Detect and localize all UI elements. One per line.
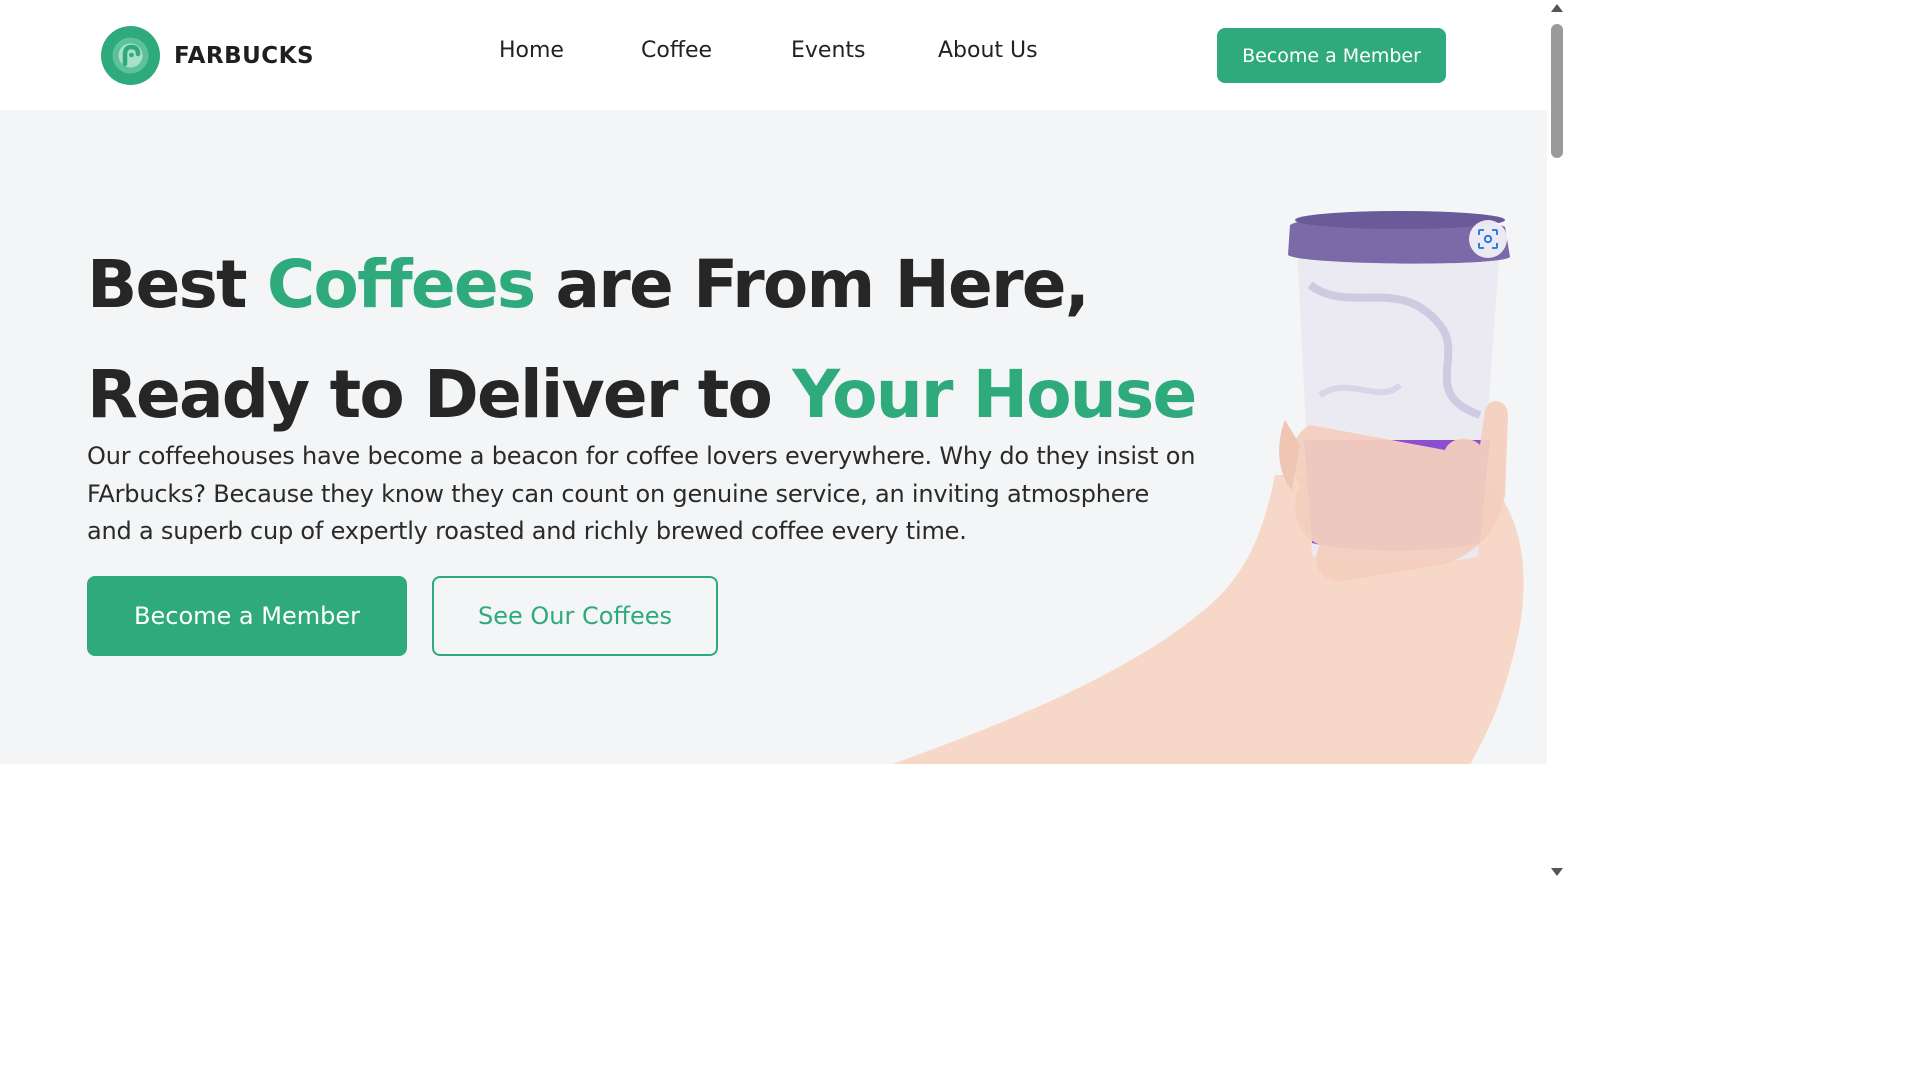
header-become-member-button[interactable]: Become a Member <box>1217 28 1446 83</box>
page-scrollbar[interactable] <box>1547 0 1568 882</box>
headline-text: Best <box>87 246 267 323</box>
hero-description: Our coffeehouses have become a beacon fo… <box>87 442 1196 545</box>
see-our-coffees-button[interactable]: See Our Coffees <box>432 576 718 656</box>
headline-line-2: Ready to Deliver to Your House <box>87 340 1197 450</box>
page: FARBUCKS Home Coffee Events About Us Bec… <box>0 0 1568 882</box>
headline-line-1: Best Coffees are From Here, <box>87 230 1195 340</box>
headline-text: Ready to Deliver to <box>87 356 793 433</box>
scrollbar-thumb[interactable] <box>1551 24 1563 158</box>
scroll-up-arrow-icon[interactable] <box>1551 4 1563 12</box>
hero-become-member-button[interactable]: Become a Member <box>87 576 407 656</box>
headline-accent-text: Your House <box>792 356 1197 433</box>
headline-text: are From Here, <box>534 246 1089 323</box>
nav-item-coffee[interactable]: Coffee <box>641 38 712 63</box>
hero-headline: Best Coffees are From Here, Ready to Del… <box>87 230 1197 450</box>
nav-item-about-us[interactable]: About Us <box>938 38 1038 63</box>
nav-item-events[interactable]: Events <box>791 38 866 63</box>
brand-name: FARBUCKS <box>174 42 315 69</box>
brand-logo[interactable]: FARBUCKS <box>101 26 314 85</box>
hero-section: Best Coffees are From Here, Ready to Del… <box>0 110 1547 764</box>
site-header: FARBUCKS Home Coffee Events About Us Bec… <box>0 0 1547 110</box>
image-search-icon[interactable] <box>1469 220 1507 258</box>
headline-accent-text: Coffees <box>266 246 536 323</box>
scroll-down-arrow-icon[interactable] <box>1551 868 1563 876</box>
leaf-swirl-logo-icon <box>101 26 160 85</box>
nav-item-home[interactable]: Home <box>499 38 564 63</box>
